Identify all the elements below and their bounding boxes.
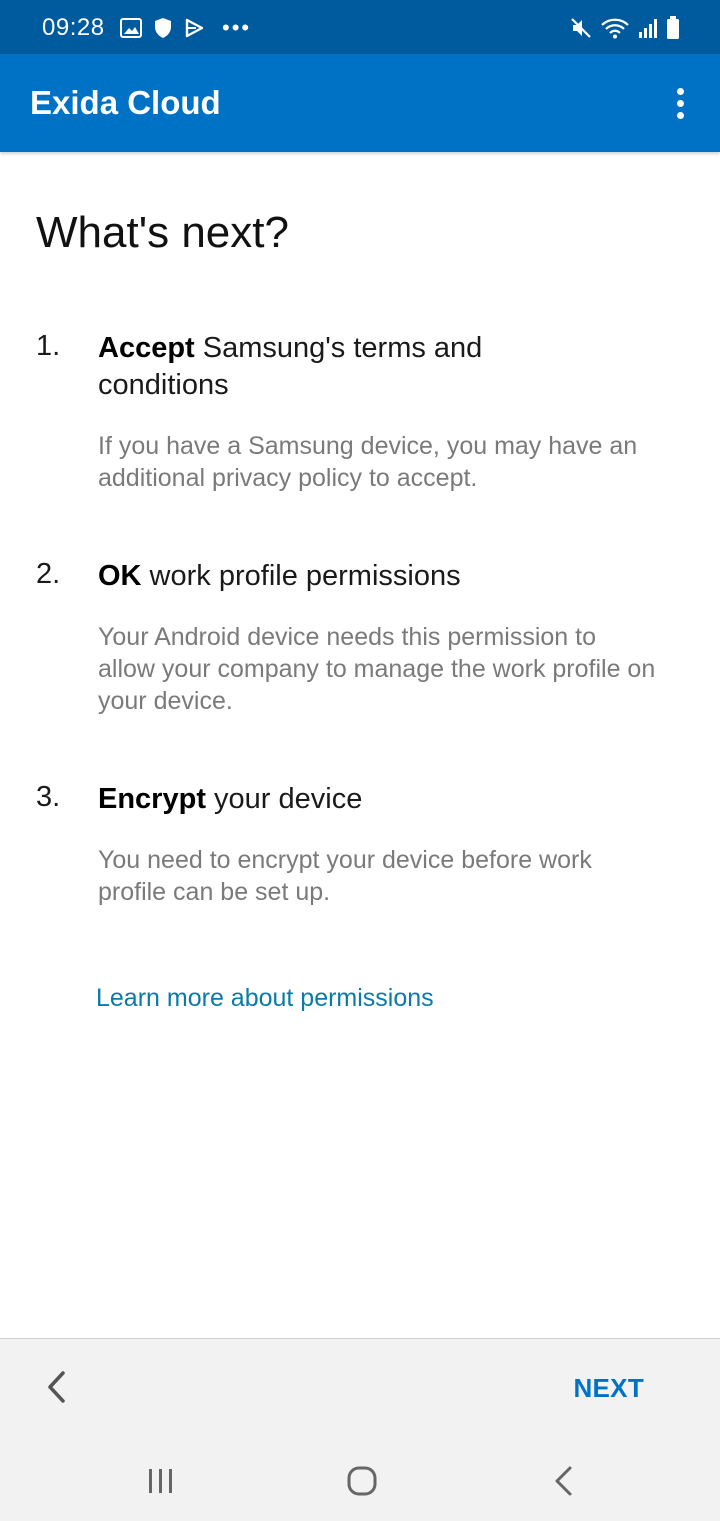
more-notifications-icon: ••• bbox=[222, 15, 252, 40]
step-heading-bold: Accept bbox=[98, 332, 195, 364]
chevron-left-icon[interactable] bbox=[42, 1369, 72, 1405]
step-description: Your Android device needs this permissio… bbox=[98, 623, 656, 715]
step-description: If you have a Samsung device, you may ha… bbox=[98, 432, 638, 492]
battery-icon bbox=[667, 16, 679, 39]
step-heading: OK work profile permissions bbox=[98, 558, 618, 595]
page-title: What's next? bbox=[36, 208, 289, 257]
step-heading: Accept Samsung's terms and conditions bbox=[98, 330, 618, 404]
step-description: You need to encrypt your device before w… bbox=[98, 846, 592, 906]
notification-icons: ••• bbox=[120, 14, 251, 42]
home-icon[interactable] bbox=[346, 1465, 378, 1497]
play-store-icon bbox=[185, 18, 204, 38]
step-number: 2. bbox=[36, 558, 61, 590]
mute-icon bbox=[571, 18, 591, 38]
status-bar: 09:28 ••• bbox=[0, 0, 720, 54]
step-heading-bold: Encrypt bbox=[98, 783, 206, 815]
system-status-icons bbox=[570, 14, 680, 42]
next-button[interactable]: NEXT bbox=[573, 1373, 644, 1404]
back-icon[interactable] bbox=[552, 1465, 576, 1497]
step-number: 1. bbox=[36, 330, 61, 362]
step-heading-bold: OK bbox=[98, 560, 142, 592]
step-heading: Encrypt your device bbox=[98, 781, 618, 818]
recents-icon[interactable] bbox=[146, 1467, 176, 1495]
status-time: 09:28 bbox=[42, 14, 105, 41]
app-title: Exida Cloud bbox=[30, 84, 221, 121]
learn-more-link[interactable]: Learn more about permissions bbox=[96, 984, 434, 1013]
shield-icon bbox=[155, 18, 171, 38]
wifi-icon bbox=[601, 18, 629, 39]
step-number: 3. bbox=[36, 781, 61, 813]
gallery-icon bbox=[120, 18, 142, 38]
system-nav-bar bbox=[0, 1439, 720, 1521]
step-heading-rest: your device bbox=[205, 783, 363, 815]
app-bar: Exida Cloud bbox=[0, 54, 720, 152]
overflow-menu-icon[interactable] bbox=[662, 80, 698, 126]
footer: NEXT bbox=[0, 1338, 720, 1521]
signal-icon bbox=[639, 19, 657, 38]
step-heading-rest: work profile permissions bbox=[141, 560, 461, 592]
